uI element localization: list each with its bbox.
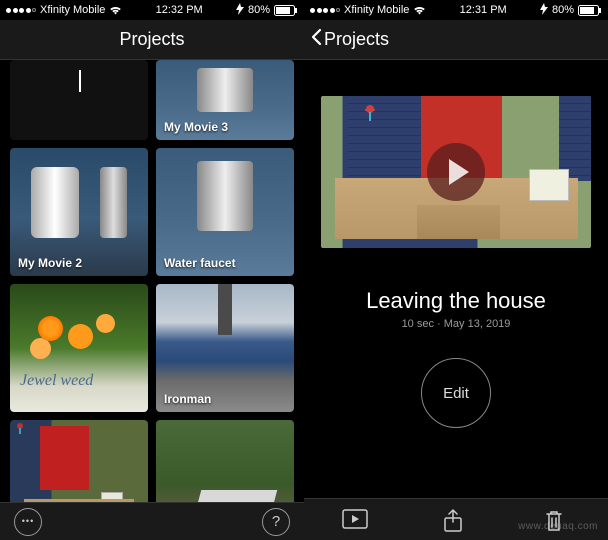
signal-icon xyxy=(310,8,340,13)
more-button[interactable]: ••• xyxy=(14,508,42,536)
phone-left: Xfinity Mobile 12:32 PM 80% Projects My … xyxy=(0,0,304,540)
tile-label: My Movie 2 xyxy=(18,256,82,270)
status-time: 12:32 PM xyxy=(156,4,203,16)
tile-label: My Movie 3 xyxy=(164,120,228,134)
project-toolbar xyxy=(304,498,608,540)
battery-pct: 80% xyxy=(248,4,270,16)
tile-label: Ironman xyxy=(164,392,211,406)
spigot-icon xyxy=(362,105,380,123)
tile-label: Water faucet xyxy=(164,256,236,270)
spigot-icon xyxy=(14,422,26,434)
tile-overlay-text: Jewel weed xyxy=(20,372,93,390)
status-time: 12:31 PM xyxy=(460,4,507,16)
nav-title: Projects xyxy=(119,29,184,50)
battery-icon xyxy=(578,5,602,16)
project-meta: 10 sec · May 13, 2019 xyxy=(320,318,592,330)
help-button[interactable]: ? xyxy=(262,508,290,536)
wifi-icon xyxy=(413,5,426,15)
play-icon xyxy=(427,143,485,201)
project-tile[interactable]: My Movie 3 xyxy=(156,60,294,140)
battery-pct: 80% xyxy=(552,4,574,16)
project-tile[interactable]: Jewel weed xyxy=(10,284,148,412)
project-tile[interactable]: Leaving the house xyxy=(10,420,148,502)
status-bar: Xfinity Mobile 12:32 PM 80% xyxy=(0,0,304,20)
cooler xyxy=(529,169,569,201)
phone-right: Xfinity Mobile 12:31 PM 80% Projects Lea… xyxy=(304,0,608,540)
nav-bar: Projects xyxy=(304,20,608,60)
carrier-label: Xfinity Mobile xyxy=(344,4,409,16)
watermark: www.deuaq.com xyxy=(518,521,598,532)
back-button[interactable]: Projects xyxy=(310,28,389,51)
status-bar: Xfinity Mobile 12:31 PM 80% xyxy=(304,0,608,20)
nav-bar: Projects xyxy=(0,20,304,60)
project-tile[interactable]: Water faucet xyxy=(156,148,294,276)
chevron-left-icon xyxy=(310,28,322,51)
back-label: Projects xyxy=(324,29,389,50)
battery-icon xyxy=(274,5,298,16)
edit-button[interactable]: Edit xyxy=(421,358,491,428)
project-date: May 13, 2019 xyxy=(444,318,511,330)
text-cursor-icon xyxy=(79,70,81,92)
bottom-toolbar: ••• ? xyxy=(0,502,304,540)
charging-icon xyxy=(540,3,548,18)
play-button[interactable] xyxy=(342,509,368,531)
project-tile-new[interactable] xyxy=(10,60,148,140)
question-icon: ? xyxy=(272,513,280,530)
share-button[interactable] xyxy=(443,509,469,531)
project-tile[interactable]: Tent xyxy=(156,420,294,502)
projects-grid[interactable]: My Movie 3 My Movie 2 Water faucet Jewel… xyxy=(0,60,304,502)
cooler-icon xyxy=(101,492,123,502)
project-title: Leaving the house xyxy=(320,288,592,314)
ellipsis-icon: ••• xyxy=(22,517,34,526)
project-tile[interactable]: Ironman xyxy=(156,284,294,412)
project-detail: Leaving the house 10 sec · May 13, 2019 … xyxy=(304,60,608,428)
edit-label: Edit xyxy=(443,385,469,402)
charging-icon xyxy=(236,3,244,18)
project-duration: 10 sec xyxy=(402,318,434,330)
carrier-label: Xfinity Mobile xyxy=(40,4,105,16)
wifi-icon xyxy=(109,5,122,15)
video-thumbnail[interactable] xyxy=(321,96,591,248)
project-tile[interactable]: My Movie 2 xyxy=(10,148,148,276)
signal-icon xyxy=(6,8,36,13)
